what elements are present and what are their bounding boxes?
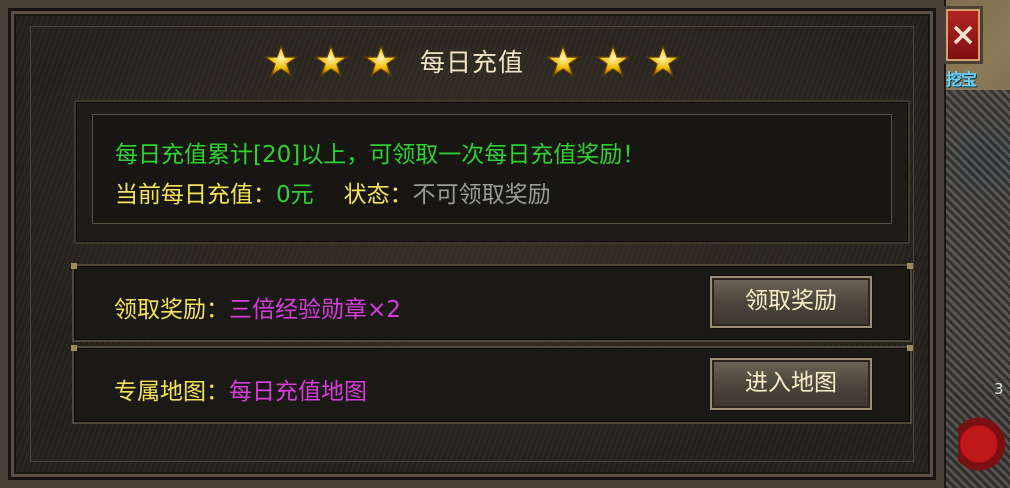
panel-title: 每日充值 [419, 48, 524, 77]
star-icon [596, 44, 630, 78]
close-button[interactable] [943, 6, 983, 64]
recharge-requirement-text: 每日充值累计[20]以上，可领取一次每日充值奖励！ [115, 142, 646, 168]
star-icon [363, 44, 398, 78]
map-label: 专属地图： [114, 379, 229, 405]
side-treasure-label[interactable]: 挖宝 [946, 66, 977, 90]
daily-recharge-panel: 每日充值 每日充值累计[20]以上，可领取一次每日充值奖励！ 当前每日充值：0元… [0, 0, 946, 488]
star-icon [313, 44, 348, 78]
recharge-amount-value: 0元 [276, 182, 314, 208]
map-row: 专属地图：每日充值地图 进入地图 [71, 345, 913, 424]
star-icon [263, 44, 298, 78]
reward-label: 领取奖励： [114, 297, 229, 323]
recharge-amount-label: 当前每日充值： [115, 182, 276, 208]
status-label: 状态： [343, 182, 413, 208]
recharge-info-box: 每日充值累计[20]以上，可领取一次每日充值奖励！ 当前每日充值：0元 状态：不可… [74, 100, 910, 244]
star-icon [546, 44, 580, 78]
side-number: 3 [994, 380, 1004, 398]
map-row-text: 专属地图：每日充值地图 [114, 372, 367, 406]
map-value: 每日充值地图 [229, 379, 367, 405]
game-world-effect [958, 400, 1010, 488]
panel-title-row: 每日充值 [8, 38, 936, 84]
status-value: 不可领取奖励 [412, 182, 551, 208]
recharge-info-inner: 每日充值累计[20]以上，可领取一次每日充值奖励！ 当前每日充值：0元 状态：不可… [92, 114, 892, 224]
reward-row: 领取奖励：三倍经验勋章×2 领取奖励 [71, 263, 913, 342]
reward-value: 三倍经验勋章×2 [229, 297, 401, 323]
enter-map-button[interactable]: 进入地图 [710, 358, 872, 410]
claim-reward-button[interactable]: 领取奖励 [710, 276, 872, 328]
reward-row-text: 领取奖励：三倍经验勋章×2 [114, 290, 401, 324]
close-icon [953, 25, 973, 45]
star-icon [646, 44, 680, 78]
recharge-status-line: 当前每日充值：0元 状态：不可领取奖励 [115, 175, 551, 209]
